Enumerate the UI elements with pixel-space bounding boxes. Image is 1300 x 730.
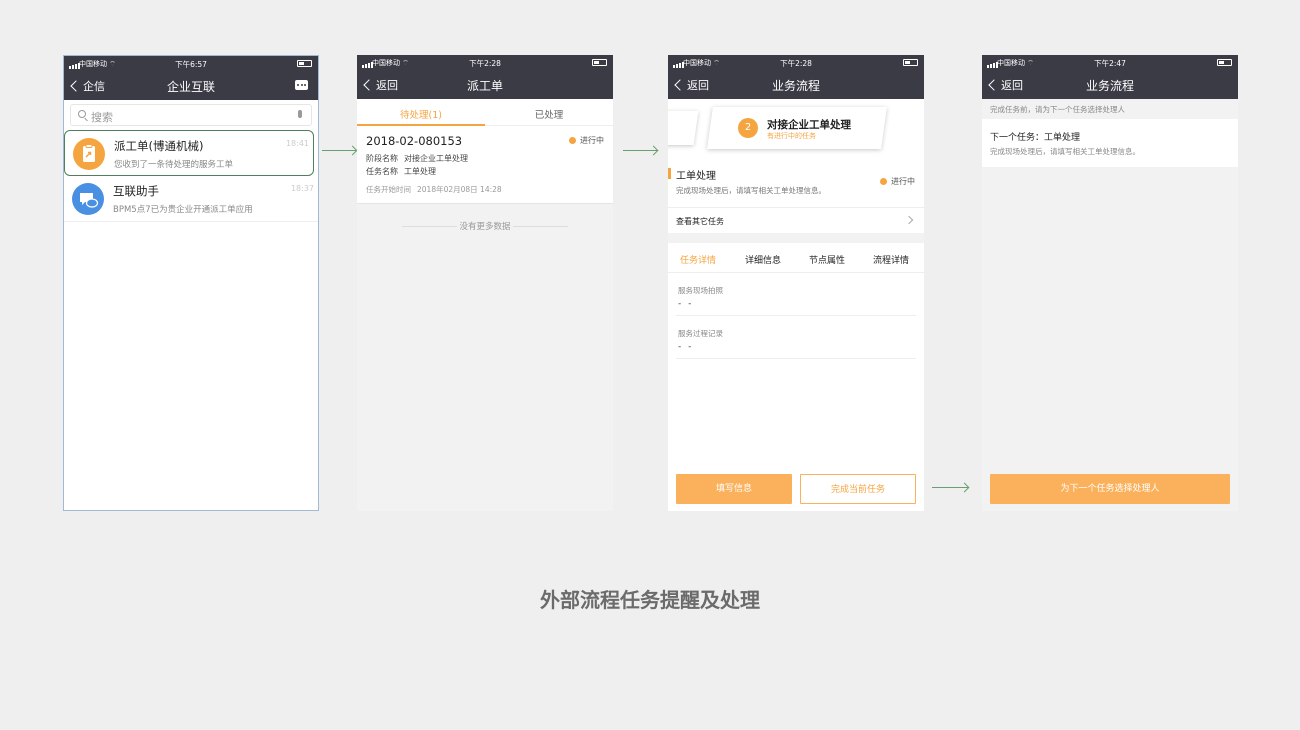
process-steps: 2 对接企业工单处理 有进行中的任务 bbox=[668, 99, 924, 165]
tab-task-detail[interactable]: 任务详情 bbox=[680, 253, 716, 266]
search-placeholder: 搜索 bbox=[91, 111, 113, 124]
stage-row: 阶段名称 对接企业工单处理 bbox=[366, 154, 468, 163]
task-row: 任务名称 工单处理 bbox=[366, 167, 436, 176]
nav-bar: 返回 派工单 bbox=[357, 70, 613, 99]
status-time: 下午2:28 bbox=[780, 59, 812, 68]
status-bar: 中国移动 ⌔ 下午6:57 bbox=[64, 56, 318, 71]
dispatch-card[interactable]: 2018-02-080153 进行中 阶段名称 对接企业工单处理 任务名称 工单处理… bbox=[357, 126, 613, 204]
arrow-icon bbox=[932, 487, 968, 488]
task-description: 完成现场处理后，请填写相关工单处理信息。 bbox=[676, 186, 826, 195]
screen-enterprise-connect: 中国移动 ⌔ 下午6:57 企信 企业互联 搜索 派工单(博通机械) 您收到了一… bbox=[63, 55, 319, 511]
conversation-name: 互联助手 bbox=[113, 184, 159, 198]
conversation-message: 您收到了一条待处理的服务工单 bbox=[114, 160, 234, 170]
status-time: 下午2:47 bbox=[1094, 59, 1126, 68]
conversation-name: 派工单(博通机械) bbox=[114, 139, 204, 153]
status-time: 下午2:28 bbox=[469, 59, 501, 68]
clock-icon bbox=[880, 178, 887, 185]
nav-title: 业务流程 bbox=[1085, 79, 1134, 93]
status-bar: 中国移动 ⌔ 下午2:47 bbox=[982, 55, 1238, 70]
clock-icon bbox=[569, 137, 576, 144]
microphone-icon[interactable] bbox=[298, 110, 302, 118]
fill-info-button[interactable]: 填写信息 bbox=[676, 474, 792, 504]
view-other-tasks[interactable]: 查看其它任务 bbox=[668, 208, 924, 233]
step-number: 2 bbox=[738, 118, 758, 138]
tab-flow-detail[interactable]: 流程详情 bbox=[873, 253, 909, 266]
search-icon bbox=[78, 110, 86, 118]
tab-node-properties[interactable]: 节点属性 bbox=[809, 253, 845, 266]
complete-task-button[interactable]: 完成当前任务 bbox=[800, 474, 916, 504]
nav-bar: 企信 企业互联 bbox=[64, 71, 318, 100]
status-time: 下午6:57 bbox=[175, 60, 207, 69]
status-bar: 中国移动 ⌔ 下午2:28 bbox=[668, 55, 924, 70]
step-title: 对接企业工单处理 bbox=[767, 119, 851, 131]
clipboard-icon bbox=[73, 138, 105, 170]
hint-text: 完成任务前，请为下一个任务选择处理人 bbox=[990, 105, 1125, 114]
status-badge: 进行中 bbox=[569, 135, 604, 146]
next-task-item[interactable]: 下一个任务：工单处理 完成现场处理后，请填写相关工单处理信息。 bbox=[982, 119, 1238, 167]
detail-tabs: 任务详情 详细信息 节点属性 流程详情 bbox=[668, 243, 924, 273]
conversation-time: 18:41 bbox=[285, 139, 309, 148]
status-bar: 中国移动 ⌔ 下午2:28 bbox=[357, 55, 613, 70]
screen-business-process: 中国移动 ⌔ 下午2:28 返回 业务流程 2 对接企业工单处理 有进行中的任务… bbox=[668, 55, 924, 511]
order-number: 2018-02-080153 bbox=[366, 134, 463, 148]
nav-title: 业务流程 bbox=[771, 79, 820, 93]
conversation-time: 18:37 bbox=[290, 184, 314, 193]
chat-bubble-icon[interactable] bbox=[295, 80, 308, 90]
nav-bar: 返回 业务流程 bbox=[668, 70, 924, 99]
tab-bar: 待处理(1) 已处理 bbox=[357, 99, 613, 126]
arrow-icon bbox=[623, 150, 657, 151]
next-task-description: 完成现场处理后，请填写相关工单处理信息。 bbox=[990, 147, 1140, 156]
field-site-photo[interactable]: 服务现场拍照 - - bbox=[676, 273, 916, 316]
search-input[interactable]: 搜索 bbox=[70, 104, 312, 126]
step-subtitle: 有进行中的任务 bbox=[767, 132, 816, 140]
tab-processed[interactable]: 已处理 bbox=[485, 107, 613, 121]
no-more-data: 没有更多数据 bbox=[357, 220, 613, 232]
conversation-message: BPM5点7已为贵企业开通派工单应用 bbox=[113, 205, 253, 215]
select-handler-button[interactable]: 为下一个任务选择处理人 bbox=[990, 474, 1230, 504]
previous-step-card[interactable] bbox=[668, 111, 699, 145]
field-service-record[interactable]: 服务过程记录 - - bbox=[676, 316, 916, 359]
start-time-row: 任务开始时间 2018年02月08日 14:28 bbox=[366, 185, 502, 194]
status-badge: 进行中 bbox=[880, 176, 915, 187]
battery-icon bbox=[297, 60, 312, 67]
conversation-item-assistant[interactable]: 互联助手 BPM5点7已为贵企业开通派工单应用 18:37 bbox=[64, 176, 318, 222]
tab-pending[interactable]: 待处理(1) bbox=[357, 107, 485, 121]
next-task-title: 下一个任务：工单处理 bbox=[990, 133, 1081, 143]
chevron-right-icon bbox=[904, 215, 914, 225]
screen-dispatch-list: 中国移动 ⌔ 下午2:28 返回 派工单 待处理(1) 已处理 2018-02-… bbox=[357, 55, 613, 511]
conversation-item-dispatch[interactable]: 派工单(博通机械) 您收到了一条待处理的服务工单 18:41 bbox=[64, 130, 314, 176]
accent-bar bbox=[668, 168, 671, 179]
page-caption: 外部流程任务提醒及处理 bbox=[540, 588, 760, 612]
nav-title: 派工单 bbox=[466, 79, 503, 93]
nav-title: 企业互联 bbox=[166, 80, 215, 94]
nav-bar: 返回 业务流程 bbox=[982, 70, 1238, 99]
current-task: 工单处理 完成现场处理后，请填写相关工单处理信息。 进行中 bbox=[668, 165, 924, 208]
battery-icon bbox=[1217, 59, 1232, 66]
task-title: 工单处理 bbox=[676, 171, 716, 182]
arrow-icon bbox=[322, 150, 356, 151]
battery-icon bbox=[592, 59, 607, 66]
chat-icon bbox=[72, 183, 104, 215]
battery-icon bbox=[903, 59, 918, 66]
tab-detail-info[interactable]: 详细信息 bbox=[745, 253, 781, 266]
screen-select-handler: 中国移动 ⌔ 下午2:47 返回 业务流程 完成任务前，请为下一个任务选择处理人… bbox=[982, 55, 1238, 511]
